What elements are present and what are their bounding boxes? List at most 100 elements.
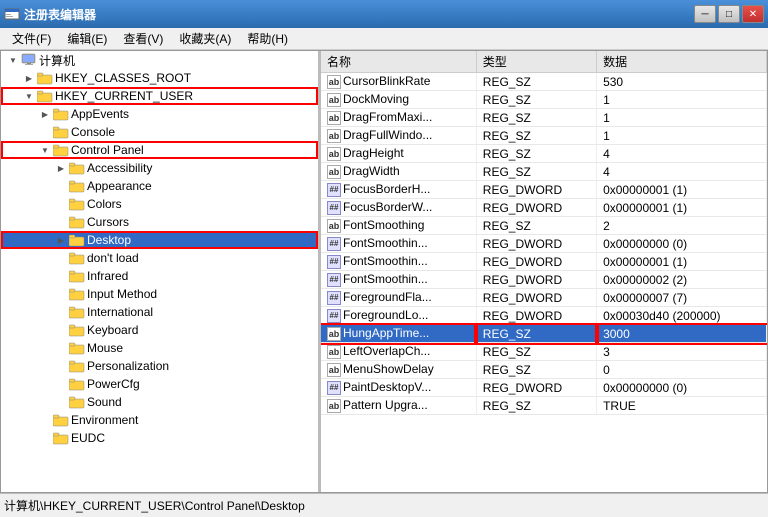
expand-icon[interactable]: ▼	[5, 52, 21, 68]
table-row[interactable]: ##FontSmoothin...REG_DWORD0x00000000 (0)	[321, 235, 767, 253]
tree-item-hkcu[interactable]: ▼ HKEY_CURRENT_USER	[1, 87, 318, 105]
registry-name: abFontSmoothing	[321, 217, 476, 235]
tree-item-accessibility[interactable]: ▶ Accessibility	[1, 159, 318, 177]
dword-value-icon: ##	[327, 201, 341, 215]
table-row[interactable]: ##FontSmoothin...REG_DWORD0x00000002 (2)	[321, 271, 767, 289]
expand-icon[interactable]: ▶	[21, 70, 37, 86]
registry-type: REG_SZ	[476, 343, 596, 361]
table-row[interactable]: abFontSmoothingREG_SZ2	[321, 217, 767, 235]
registry-name-text: DragFullWindo...	[343, 128, 432, 142]
tree-item-appearance[interactable]: Appearance	[1, 177, 318, 195]
tree-item-eudc[interactable]: EUDC	[1, 429, 318, 447]
tree-item-infrared[interactable]: Infrared	[1, 267, 318, 285]
menu-item[interactable]: 收藏夹(A)	[171, 28, 239, 49]
folder-icon	[69, 161, 85, 175]
string-value-icon: ab	[327, 75, 341, 89]
dword-value-icon: ##	[327, 273, 341, 287]
table-row[interactable]: abDragWidthREG_SZ4	[321, 163, 767, 181]
tree-item-label: Mouse	[87, 341, 123, 355]
table-row[interactable]: abHungAppTime...REG_SZ3000	[321, 325, 767, 343]
tree-item-cursors[interactable]: Cursors	[1, 213, 318, 231]
table-row[interactable]: abLeftOverlapCh...REG_SZ3	[321, 343, 767, 361]
tree-item-hkcr[interactable]: ▶ HKEY_CLASSES_ROOT	[1, 69, 318, 87]
maximize-button[interactable]: □	[718, 5, 740, 23]
string-value-icon: ab	[327, 111, 341, 125]
dword-value-icon: ##	[327, 381, 341, 395]
table-row[interactable]: ##FontSmoothin...REG_DWORD0x00000001 (1)	[321, 253, 767, 271]
right-panel[interactable]: 名称类型数据 abCursorBlinkRateREG_SZ530abDockM…	[321, 51, 767, 492]
window-title: 注册表编辑器	[24, 6, 694, 23]
table-row[interactable]: abDragFullWindo...REG_SZ1	[321, 127, 767, 145]
registry-type: REG_SZ	[476, 73, 596, 91]
tree-panel[interactable]: ▼ 计算机▶ HKEY_CLASSES_ROOT▼ HKEY_CURRENT_U…	[1, 51, 321, 492]
close-button[interactable]: ✕	[742, 5, 764, 23]
table-header: 类型	[476, 51, 596, 73]
minimize-button[interactable]: ─	[694, 5, 716, 23]
tree-item-inputmethod[interactable]: Input Method	[1, 285, 318, 303]
expand-icon[interactable]: ▶	[53, 232, 69, 248]
string-value-icon: ab	[327, 147, 341, 161]
tree-item-label: Console	[71, 125, 115, 139]
expand-icon	[53, 322, 69, 338]
menu-item[interactable]: 文件(F)	[4, 28, 59, 49]
expand-icon[interactable]: ▶	[53, 160, 69, 176]
expand-icon[interactable]: ▼	[37, 142, 53, 158]
registry-data: TRUE	[597, 397, 767, 415]
menu-item[interactable]: 帮助(H)	[239, 28, 296, 49]
table-row[interactable]: abDragHeightREG_SZ4	[321, 145, 767, 163]
registry-name: ##FocusBorderH...	[321, 181, 476, 199]
tree-item-label: International	[87, 305, 153, 319]
folder-icon	[53, 413, 69, 427]
tree-item-colors[interactable]: Colors	[1, 195, 318, 213]
registry-data: 0x00000001 (1)	[597, 181, 767, 199]
registry-type: REG_DWORD	[476, 289, 596, 307]
registry-name-text: FontSmoothing	[343, 218, 424, 232]
tree-item-dontload[interactable]: don't load	[1, 249, 318, 267]
tree-item-powercfg[interactable]: PowerCfg	[1, 375, 318, 393]
expand-icon[interactable]: ▶	[37, 106, 53, 122]
registry-name-text: DragWidth	[343, 164, 400, 178]
tree-item-label: 计算机	[39, 52, 75, 69]
table-row[interactable]: abPattern Upgra...REG_SZTRUE	[321, 397, 767, 415]
folder-icon	[53, 143, 69, 157]
tree-item-label: Infrared	[87, 269, 128, 283]
registry-type: REG_SZ	[476, 163, 596, 181]
registry-type: REG_DWORD	[476, 307, 596, 325]
registry-type: REG_DWORD	[476, 379, 596, 397]
tree-item-sound[interactable]: Sound	[1, 393, 318, 411]
registry-name: ##FocusBorderW...	[321, 199, 476, 217]
table-row[interactable]: abCursorBlinkRateREG_SZ530	[321, 73, 767, 91]
table-row[interactable]: ##ForegroundLo...REG_DWORD0x00030d40 (20…	[321, 307, 767, 325]
registry-name-text: FontSmoothin...	[343, 272, 428, 286]
table-row[interactable]: abDockMovingREG_SZ1	[321, 91, 767, 109]
expand-icon[interactable]: ▼	[21, 88, 37, 104]
menu-item[interactable]: 查看(V)	[115, 28, 171, 49]
registry-data: 3000	[597, 325, 767, 343]
tree-item-desktop[interactable]: ▶ Desktop	[1, 231, 318, 249]
tree-item-environment[interactable]: Environment	[1, 411, 318, 429]
tree-item-controlpanel[interactable]: ▼ Control Panel	[1, 141, 318, 159]
table-row[interactable]: abMenuShowDelayREG_SZ0	[321, 361, 767, 379]
registry-name-text: ForegroundFla...	[343, 290, 432, 304]
registry-name: ##ForegroundFla...	[321, 289, 476, 307]
tree-item-appevents[interactable]: ▶ AppEvents	[1, 105, 318, 123]
tree-item-keyboard[interactable]: Keyboard	[1, 321, 318, 339]
folder-icon	[69, 305, 85, 319]
tree-item-console[interactable]: Console	[1, 123, 318, 141]
registry-data: 0x00000000 (0)	[597, 379, 767, 397]
tree-item-computer[interactable]: ▼ 计算机	[1, 51, 318, 69]
tree-item-label: Cursors	[87, 215, 129, 229]
registry-type: REG_SZ	[476, 91, 596, 109]
table-row[interactable]: ##PaintDesktopV...REG_DWORD0x00000000 (0…	[321, 379, 767, 397]
table-row[interactable]: ##FocusBorderW...REG_DWORD0x00000001 (1)	[321, 199, 767, 217]
menu-item[interactable]: 编辑(E)	[59, 28, 115, 49]
table-row[interactable]: ##ForegroundFla...REG_DWORD0x00000007 (7…	[321, 289, 767, 307]
registry-name-text: DragFromMaxi...	[343, 110, 432, 124]
tree-item-mouse[interactable]: Mouse	[1, 339, 318, 357]
expand-icon	[37, 412, 53, 428]
table-row[interactable]: abDragFromMaxi...REG_SZ1	[321, 109, 767, 127]
tree-item-label: Accessibility	[87, 161, 152, 175]
table-row[interactable]: ##FocusBorderH...REG_DWORD0x00000001 (1)	[321, 181, 767, 199]
tree-item-international[interactable]: International	[1, 303, 318, 321]
tree-item-personalization[interactable]: Personalization	[1, 357, 318, 375]
